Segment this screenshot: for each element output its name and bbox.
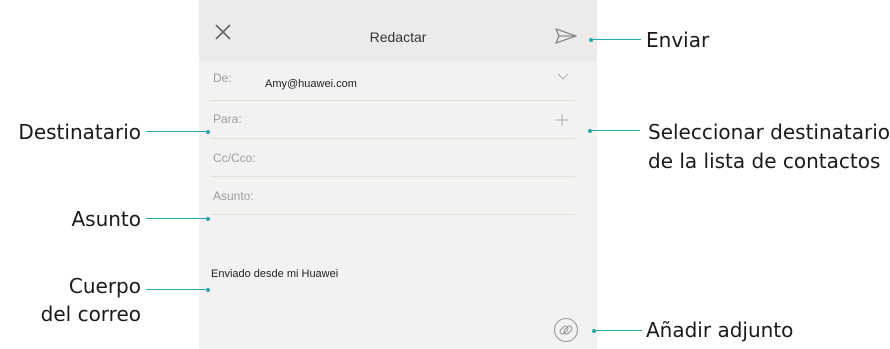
recipient-callout-line xyxy=(146,131,208,132)
subject-callout-line xyxy=(146,218,208,219)
attach-callout: Añadir adjunto xyxy=(646,318,794,342)
body-callout-line xyxy=(146,289,208,290)
select-contact-callout-line xyxy=(590,130,640,131)
plus-icon[interactable] xyxy=(555,113,569,127)
to-row[interactable]: Para: xyxy=(211,100,575,139)
subject-label: Asunto: xyxy=(213,189,254,203)
send-callout: Enviar xyxy=(646,28,710,52)
subject-row[interactable]: Asunto: xyxy=(211,176,575,215)
send-callout-line xyxy=(591,39,641,40)
compose-toolbar: Redactar xyxy=(199,0,597,62)
select-contact-callout-line2: de la lista de contactos xyxy=(648,149,881,173)
cc-row[interactable]: Cc/Cco: xyxy=(211,138,575,177)
from-value[interactable]: Amy@huawei.com xyxy=(265,78,357,90)
recipient-callout: Destinatario xyxy=(18,120,141,144)
from-row[interactable]: De: Amy@huawei.com xyxy=(211,62,575,101)
subject-callout-dot xyxy=(206,217,210,221)
subject-callout: Asunto xyxy=(71,207,141,231)
select-contact-callout-line1: Seleccionar destinatario xyxy=(648,120,890,144)
cc-label: Cc/Cco: xyxy=(213,151,256,165)
to-label: Para: xyxy=(213,112,242,126)
recipient-callout-dot xyxy=(206,130,210,134)
attach-callout-line xyxy=(594,330,642,331)
body-callout-dot xyxy=(206,288,210,292)
from-label: De: xyxy=(213,71,232,85)
compose-title: Redactar xyxy=(369,29,427,45)
paperclip-icon[interactable] xyxy=(553,317,579,343)
email-body[interactable]: Enviado desde mi Huawei xyxy=(211,268,338,280)
send-icon[interactable] xyxy=(554,27,578,45)
chevron-down-icon[interactable] xyxy=(557,73,569,81)
body-callout-line2: del correo xyxy=(40,302,141,326)
body-callout-line1: Cuerpo xyxy=(68,274,141,298)
compose-screen: Redactar De: Amy@huawei.com Para: Cc/Cco… xyxy=(199,0,597,349)
